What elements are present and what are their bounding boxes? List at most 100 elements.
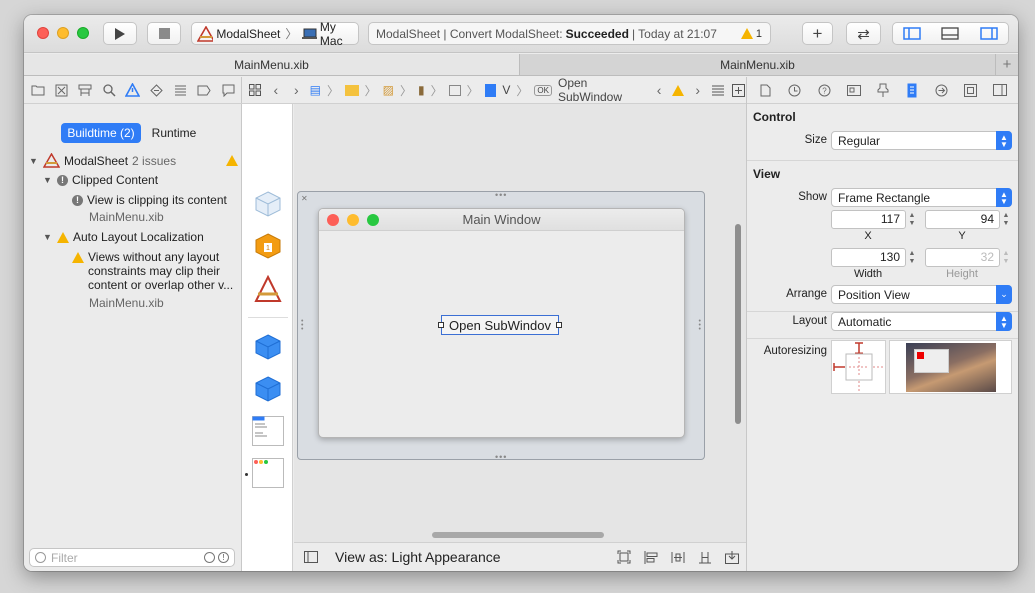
- folder-icon[interactable]: [344, 84, 359, 96]
- disclosure-triangle-icon[interactable]: ▼: [29, 156, 39, 166]
- resize-handle-right[interactable]: • • •: [699, 318, 701, 333]
- window-scene-frame[interactable]: ✕ ••• ••• • • • • • • Main Window Open SubWi…: [297, 190, 705, 462]
- interface-builder-canvas[interactable]: ✕ ••• ••• • • • • • • Main Window Open SubWi…: [294, 104, 746, 542]
- buildtime-segment[interactable]: Buildtime (2): [61, 123, 141, 143]
- identity-inspector-icon[interactable]: [846, 82, 862, 98]
- x-field[interactable]: 117: [831, 210, 906, 229]
- report-icon[interactable]: [220, 82, 236, 98]
- window-icon[interactable]: [448, 84, 461, 96]
- files-owner-icon[interactable]: [254, 190, 282, 218]
- attributes-inspector-icon[interactable]: [875, 82, 891, 98]
- first-responder-icon[interactable]: 1: [254, 232, 282, 260]
- view-as-button[interactable]: View as: Light Appearance: [335, 549, 501, 565]
- document-outline-toggle-icon[interactable]: [304, 551, 318, 563]
- connections-inspector-icon[interactable]: [934, 82, 950, 98]
- warning-icon[interactable]: [672, 84, 685, 96]
- scheme-selector[interactable]: ModalSheet 〉 My Mac: [191, 20, 359, 48]
- tab-mainmenu-1[interactable]: MainMenu.xib: [24, 54, 520, 75]
- size-popup[interactable]: Regular ▲ ▼: [831, 131, 1012, 150]
- vertical-scrollbar[interactable]: [735, 224, 741, 424]
- add-tab-button[interactable]: +: [996, 54, 1018, 75]
- app-delegate-icon[interactable]: [254, 333, 282, 361]
- y-field[interactable]: 94: [925, 210, 1000, 229]
- main-window-icon[interactable]: [252, 458, 284, 488]
- navigator-toggle-icon[interactable]: [903, 27, 921, 40]
- resize-handle-bottom[interactable]: •••: [495, 452, 507, 462]
- back-icon[interactable]: ‹: [269, 82, 284, 98]
- issue-group-autolayout[interactable]: ▼ Auto Layout Localization: [43, 230, 204, 244]
- library-button[interactable]: +: [802, 22, 833, 45]
- next-issue-icon[interactable]: ›: [690, 82, 705, 98]
- run-button[interactable]: [103, 22, 137, 45]
- source-control-icon[interactable]: [54, 82, 70, 98]
- show-popup[interactable]: Frame Rectangle ▲ ▼: [831, 188, 1012, 207]
- resize-handle-top[interactable]: •••: [495, 190, 507, 200]
- project-file-icon[interactable]: ▤: [310, 83, 321, 97]
- document-icon[interactable]: ▮: [418, 83, 425, 97]
- main-window-preview[interactable]: Main Window Open SubWindov: [318, 208, 685, 438]
- issue-group-clipped[interactable]: ▼ ! Clipped Content: [43, 173, 158, 187]
- size-inspector-icon[interactable]: [904, 82, 920, 98]
- search-icon[interactable]: [101, 82, 117, 98]
- test-icon[interactable]: [149, 82, 165, 98]
- close-scene-icon[interactable]: ✕: [301, 194, 308, 203]
- code-review-button[interactable]: ⇄: [846, 22, 881, 45]
- stack-icon[interactable]: [643, 549, 659, 565]
- symbol-icon[interactable]: [77, 82, 93, 98]
- issue-item-views[interactable]: Views without any layout constraints may…: [72, 250, 233, 292]
- resize-handle-left[interactable]: • • •: [301, 318, 303, 333]
- font-manager-icon[interactable]: [254, 375, 282, 403]
- width-stepper[interactable]: ▲ ▼: [907, 248, 917, 267]
- disclosure-triangle-icon[interactable]: ▼: [43, 175, 53, 185]
- error-filter-icon[interactable]: !: [218, 552, 229, 563]
- bindings-inspector-icon[interactable]: [963, 82, 979, 98]
- close-window-button[interactable]: [37, 27, 49, 39]
- issue-navigator-icon[interactable]: [125, 82, 141, 98]
- add-editor-icon[interactable]: [731, 82, 746, 98]
- jump-item-view[interactable]: V: [502, 83, 510, 97]
- folder-icon[interactable]: [30, 82, 46, 98]
- application-icon[interactable]: [254, 275, 282, 303]
- zoom-window-button[interactable]: [77, 27, 89, 39]
- minimize-window-button[interactable]: [57, 27, 69, 39]
- arrange-popup[interactable]: Position View ⌄: [831, 285, 1012, 304]
- xib-file-icon[interactable]: ▨: [383, 83, 394, 97]
- jump-item-button[interactable]: Open SubWindow: [558, 76, 646, 104]
- update-frames-icon[interactable]: [616, 549, 632, 565]
- disclosure-triangle-icon[interactable]: ▼: [43, 232, 53, 242]
- autoresizing-mask-control[interactable]: [831, 340, 886, 394]
- filter-field[interactable]: Filter !: [29, 548, 235, 567]
- clock-icon[interactable]: [204, 552, 215, 563]
- issue-file[interactable]: MainMenu.xib: [89, 296, 164, 310]
- y-stepper[interactable]: ▲ ▼: [1001, 210, 1011, 229]
- debug-area-toggle-icon[interactable]: [941, 27, 960, 40]
- view-icon[interactable]: [484, 83, 497, 97]
- forward-icon[interactable]: ›: [289, 82, 304, 98]
- tab-mainmenu-2[interactable]: MainMenu.xib: [520, 54, 996, 75]
- project-issue-row[interactable]: ▼ ModalSheet 2 issues: [29, 153, 176, 168]
- effects-inspector-icon[interactable]: [992, 82, 1008, 98]
- breakpoint-icon[interactable]: [196, 82, 212, 98]
- previous-issue-icon[interactable]: ‹: [652, 82, 667, 98]
- issue-file[interactable]: MainMenu.xib: [89, 210, 164, 224]
- selection-handle-right[interactable]: [556, 322, 562, 328]
- file-inspector-icon[interactable]: [758, 82, 774, 98]
- activity-warning-badge[interactable]: 1: [740, 28, 762, 40]
- debug-icon[interactable]: [172, 82, 188, 98]
- main-menu-icon[interactable]: [252, 416, 284, 446]
- resolve-issues-icon[interactable]: [724, 549, 740, 565]
- history-icon[interactable]: [787, 82, 803, 98]
- outline-list-icon[interactable]: [711, 82, 726, 98]
- grid-icon[interactable]: [248, 82, 263, 98]
- runtime-segment[interactable]: Runtime: [144, 123, 204, 143]
- layout-popup[interactable]: Automatic ▲ ▼: [831, 312, 1012, 331]
- align-icon[interactable]: [670, 549, 686, 565]
- inspector-toggle-icon[interactable]: [980, 27, 998, 40]
- selection-handle-left[interactable]: [438, 322, 444, 328]
- stop-button[interactable]: [147, 22, 181, 45]
- horizontal-scrollbar[interactable]: [432, 532, 604, 538]
- add-constraints-icon[interactable]: [697, 549, 713, 565]
- width-field[interactable]: 130: [831, 248, 906, 267]
- open-subwindow-button[interactable]: Open SubWindov: [441, 315, 559, 335]
- x-stepper[interactable]: ▲ ▼: [907, 210, 917, 229]
